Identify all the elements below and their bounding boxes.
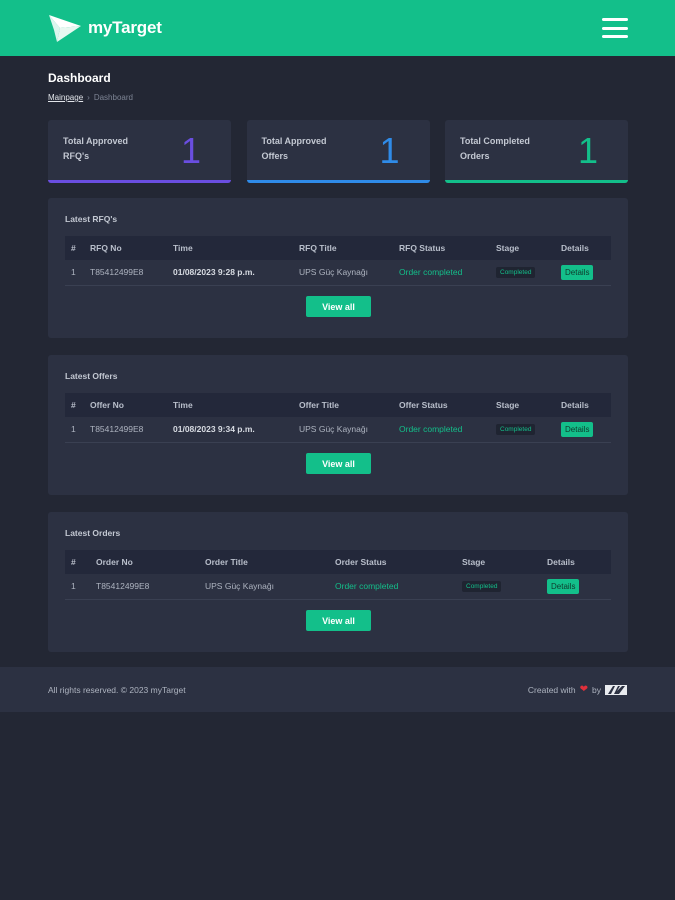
stat-value: 1 bbox=[180, 130, 201, 171]
hamburger-menu-icon[interactable] bbox=[602, 18, 628, 38]
column-header: Order Status bbox=[329, 550, 456, 574]
view-all-rfqs-button[interactable]: View all bbox=[306, 296, 371, 317]
stage-badge: Completed bbox=[462, 581, 502, 593]
table-header-row: # RFQ No Time RFQ Title RFQ Status Stage… bbox=[65, 236, 611, 260]
latest-rfqs-panel: Latest RFQ's # RFQ No Time RFQ Title RFQ… bbox=[48, 198, 628, 338]
order-number: T85412499E8 bbox=[90, 574, 199, 600]
stat-label: Total Approved Offers bbox=[261, 136, 327, 161]
column-header: RFQ No bbox=[84, 236, 167, 260]
page-title: Dashboard bbox=[48, 71, 111, 85]
offer-title: UPS Güç Kaynağı bbox=[293, 417, 393, 443]
stage-cell: Completed bbox=[456, 574, 541, 600]
stage-cell: Completed bbox=[490, 417, 555, 443]
row-number: 1 bbox=[65, 574, 90, 600]
details-button[interactable]: Details bbox=[561, 421, 594, 437]
latest-offers-panel: Latest Offers # Offer No Time Offer Titl… bbox=[48, 355, 628, 495]
row-number: 1 bbox=[65, 417, 84, 443]
column-header: Stage bbox=[490, 393, 555, 417]
breadcrumb-home-link[interactable]: Mainpage bbox=[48, 93, 83, 102]
row-number: 1 bbox=[65, 260, 84, 286]
rfq-number: T85412499E8 bbox=[84, 260, 167, 286]
latest-orders-panel: Latest Orders # Order No Order Title Ord… bbox=[48, 512, 628, 652]
offers-table: # Offer No Time Offer Title Offer Status… bbox=[65, 393, 611, 443]
table-row: 1 T85412499E8 UPS Güç Kaynağı Order comp… bbox=[65, 574, 611, 600]
rfq-title: UPS Güç Kaynağı bbox=[293, 260, 393, 286]
table-row: 1 T85412499E8 01/08/2023 9:28 p.m. UPS G… bbox=[65, 260, 611, 286]
stage-cell: Completed bbox=[490, 260, 555, 286]
view-all-orders-button[interactable]: View all bbox=[306, 610, 371, 631]
stat-accent-bar bbox=[246, 180, 430, 183]
column-header: Details bbox=[555, 393, 611, 417]
rfqs-table: # RFQ No Time RFQ Title RFQ Status Stage… bbox=[65, 236, 611, 286]
table-header-row: # Offer No Time Offer Title Offer Status… bbox=[65, 393, 611, 417]
stat-card-approved-rfqs: Total Approved RFQ's 1 bbox=[48, 120, 231, 183]
details-button[interactable]: Details bbox=[547, 578, 580, 594]
stat-label: Total Completed Orders bbox=[460, 136, 530, 161]
column-header: Details bbox=[541, 550, 611, 574]
stat-accent-bar bbox=[48, 180, 231, 183]
offer-time: 01/08/2023 9:34 p.m. bbox=[167, 417, 293, 443]
footer-credits: Created with ❤ by bbox=[528, 684, 627, 695]
column-header: RFQ Status bbox=[393, 236, 490, 260]
rfq-time: 01/08/2023 9:28 p.m. bbox=[167, 260, 293, 286]
table-row: 1 T85412499E8 01/08/2023 9:34 p.m. UPS G… bbox=[65, 417, 611, 443]
copyright-text: All rights reserved. © 2023 myTarget bbox=[48, 685, 186, 695]
stat-card-completed-orders: Total Completed Orders 1 bbox=[445, 120, 628, 183]
column-header: # bbox=[65, 393, 84, 417]
details-cell: Details bbox=[555, 260, 611, 286]
stat-label: Total Approved RFQ's bbox=[63, 136, 128, 161]
details-cell: Details bbox=[541, 574, 611, 600]
column-header: Offer No bbox=[84, 393, 167, 417]
brand-link[interactable]: myTarget bbox=[48, 13, 162, 43]
column-header: RFQ Title bbox=[293, 236, 393, 260]
column-header: # bbox=[65, 550, 90, 574]
column-header: Time bbox=[167, 236, 293, 260]
agency-logo-icon[interactable] bbox=[605, 684, 627, 695]
breadcrumb-current: Dashboard bbox=[93, 93, 133, 102]
details-cell: Details bbox=[555, 417, 611, 443]
column-header: Stage bbox=[456, 550, 541, 574]
column-header: Order No bbox=[90, 550, 199, 574]
rfq-status: Order completed bbox=[393, 260, 490, 286]
column-header: Stage bbox=[490, 236, 555, 260]
paper-plane-logo-icon bbox=[49, 15, 81, 42]
table-header-row: # Order No Order Title Order Status Stag… bbox=[65, 550, 611, 574]
created-with-text: Created with bbox=[527, 684, 576, 695]
breadcrumb-separator: › bbox=[87, 93, 90, 102]
offer-status: Order completed bbox=[393, 417, 490, 443]
column-header: Offer Status bbox=[393, 393, 490, 417]
heart-icon: ❤ bbox=[579, 684, 589, 695]
stat-value: 1 bbox=[379, 130, 400, 171]
stat-accent-bar bbox=[445, 180, 628, 183]
panel-title: Latest Orders bbox=[65, 528, 121, 538]
column-header: Details bbox=[555, 236, 611, 260]
column-header: Offer Title bbox=[293, 393, 393, 417]
breadcrumb: Mainpage › Dashboard bbox=[48, 93, 133, 102]
stage-badge: Completed bbox=[496, 424, 536, 436]
stat-card-approved-offers: Total Approved Offers 1 bbox=[246, 120, 430, 183]
offer-number: T85412499E8 bbox=[84, 417, 167, 443]
panel-title: Latest RFQ's bbox=[65, 214, 118, 224]
stage-badge: Completed bbox=[496, 267, 536, 279]
stat-cards: Total Approved RFQ's 1 Total Approved Of… bbox=[48, 120, 628, 183]
column-header: Order Title bbox=[199, 550, 329, 574]
details-button[interactable]: Details bbox=[561, 264, 594, 280]
order-title: UPS Güç Kaynağı bbox=[199, 574, 329, 600]
column-header: # bbox=[65, 236, 84, 260]
brand-name: myTarget bbox=[88, 18, 162, 37]
footer: All rights reserved. © 2023 myTarget Cre… bbox=[0, 667, 675, 712]
stat-value: 1 bbox=[577, 130, 598, 171]
column-header: Time bbox=[167, 393, 293, 417]
top-navbar: myTarget bbox=[0, 0, 675, 56]
view-all-offers-button[interactable]: View all bbox=[306, 453, 371, 474]
order-status: Order completed bbox=[329, 574, 456, 600]
panel-title: Latest Offers bbox=[65, 371, 118, 381]
by-text: by bbox=[592, 684, 601, 695]
orders-table: # Order No Order Title Order Status Stag… bbox=[65, 550, 611, 600]
